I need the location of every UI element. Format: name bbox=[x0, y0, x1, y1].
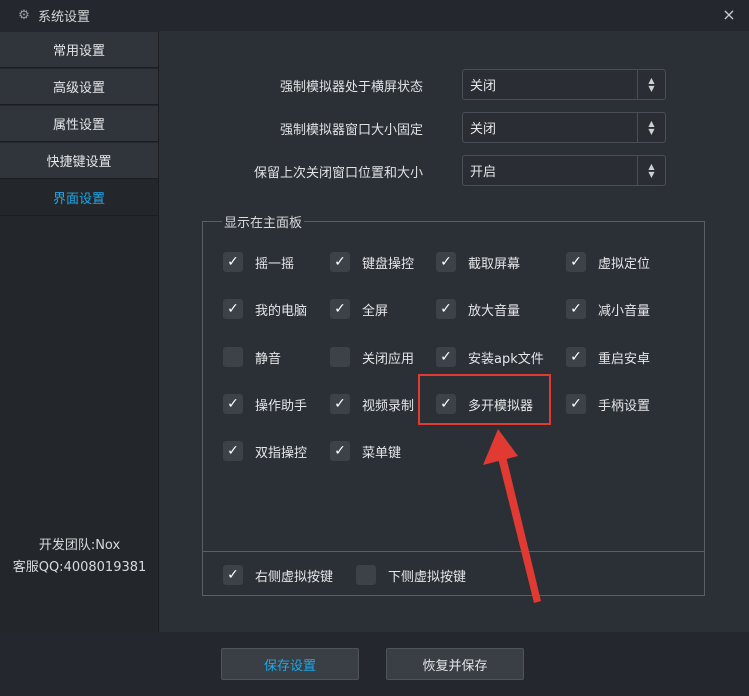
window-title: 系统设置 bbox=[38, 10, 91, 25]
sidebar-item-common[interactable]: 常用设置 bbox=[0, 32, 158, 68]
support-qq-text: 客服QQ:4008019381 bbox=[12, 560, 147, 575]
bottom-bar: 保存设置 恢复并保存 bbox=[0, 632, 749, 696]
restore-save-button[interactable]: 恢复并保存 bbox=[386, 648, 524, 680]
dev-team-text: 开发团队:Nox bbox=[38, 538, 121, 553]
annotation-arrow bbox=[483, 429, 541, 603]
sidebar-footer: 开发团队:Nox 客服QQ:4008019381 bbox=[0, 535, 159, 579]
title-bar: ⚙ 系统设置 × bbox=[0, 0, 749, 31]
sidebar-item-interface[interactable]: 界面设置 bbox=[0, 180, 158, 216]
gear-icon: ⚙ bbox=[18, 8, 30, 23]
sidebar-item-advanced[interactable]: 高级设置 bbox=[0, 69, 158, 105]
annotation-arrow-shaft bbox=[497, 452, 541, 603]
sidebar-item-properties[interactable]: 属性设置 bbox=[0, 106, 158, 142]
close-icon[interactable]: × bbox=[721, 7, 737, 23]
annotation-arrow-head bbox=[483, 429, 518, 465]
sidebar-item-shortcuts[interactable]: 快捷键设置 bbox=[0, 143, 158, 179]
main-panel: 强制模拟器处于横屏状态 关闭 ▲ ▼ 强制模拟器窗口大小固定 关闭 ▲ ▼ 保留上次… bbox=[160, 31, 749, 632]
save-button[interactable]: 保存设置 bbox=[221, 648, 359, 680]
sidebar: 常用设置 高级设置 属性设置 快捷键设置 界面设置 开发团队:Nox 客服QQ:… bbox=[0, 31, 159, 632]
